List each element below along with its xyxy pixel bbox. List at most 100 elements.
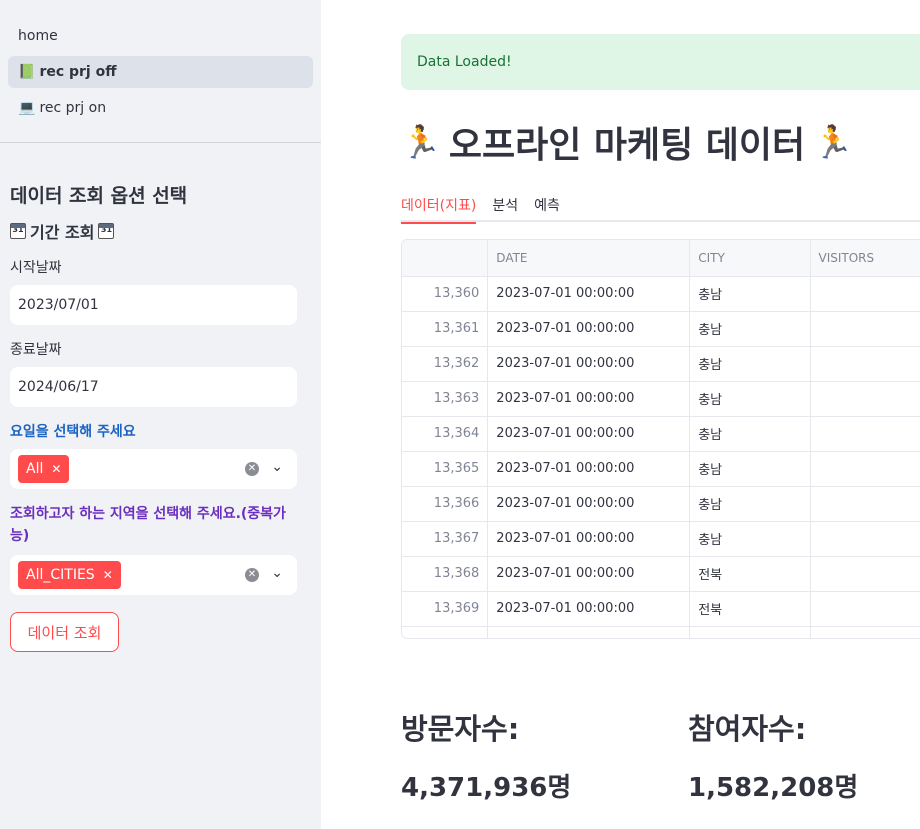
row-index-cell[interactable]: 13,360	[402, 276, 489, 312]
date-cell[interactable]: 2023-07-01 00:00:00	[487, 486, 691, 522]
city-cell[interactable]: 충남	[689, 311, 811, 347]
row-index-cell[interactable]: 13,363	[402, 381, 489, 417]
tab-data[interactable]: 데이터(지표)	[401, 188, 477, 224]
column-header-city[interactable]: CITY	[689, 240, 811, 277]
tab-analysis[interactable]: 분석	[492, 188, 518, 222]
city-cell[interactable]: 충남	[689, 416, 811, 452]
table-row[interactable]: 13,364 2023-07-01 00:00:00 충남	[402, 416, 920, 452]
visitors-cell[interactable]	[810, 276, 920, 312]
city-cell[interactable]	[689, 626, 811, 638]
table-row[interactable]: 13,363 2023-07-01 00:00:00 충남	[402, 381, 920, 417]
row-index-cell[interactable]: 13,364	[402, 416, 489, 452]
row-index-cell[interactable]: 13,368	[402, 556, 489, 592]
date-cell[interactable]: 2023-07-01 00:00:00	[487, 311, 691, 347]
visitors-cell[interactable]	[810, 346, 920, 382]
weekday-chip: All ✕	[18, 455, 70, 483]
table-header-row: DATE CITY VISITORS	[402, 240, 920, 277]
city-cell[interactable]: 전북	[689, 556, 811, 592]
visitors-metric-value: 4,371,936명	[401, 773, 572, 803]
period-title-text: 기간 조회	[30, 223, 95, 242]
calendar-icon: 31	[98, 223, 115, 239]
table-row[interactable]: 13,362 2023-07-01 00:00:00 충남	[402, 346, 920, 382]
row-index-cell[interactable]	[402, 626, 489, 638]
runner-icon: 🏃	[401, 123, 441, 161]
query-options-panel: 데이터 조회 옵션 선택 31 기간 조회 31 시작날짜 2023/07/01…	[10, 178, 297, 652]
city-cell[interactable]: 충남	[689, 276, 811, 312]
visitors-cell[interactable]	[810, 381, 920, 417]
chip-remove-icon[interactable]: ✕	[103, 568, 113, 582]
visitors-cell[interactable]	[810, 486, 920, 522]
region-chip: All_CITIES ✕	[18, 561, 121, 589]
tab-bar: 데이터(지표) 분석 예측	[401, 188, 920, 224]
table-row[interactable]: 13,360 2023-07-01 00:00:00 충남	[402, 276, 920, 312]
row-index-cell[interactable]: 13,361	[402, 311, 489, 347]
row-index-cell[interactable]: 13,369	[402, 591, 489, 627]
table-row[interactable]: 13,361 2023-07-01 00:00:00 충남	[402, 311, 920, 347]
city-cell[interactable]: 충남	[689, 346, 811, 382]
visitors-cell[interactable]	[810, 521, 920, 557]
nav-item-rec-prj-on[interactable]: 💻 rec prj on	[8, 92, 313, 124]
date-cell[interactable]: 2023-07-01 00:00:00	[487, 591, 691, 627]
row-index-cell[interactable]: 13,362	[402, 346, 489, 382]
date-cell[interactable]: 2023-07-01 00:00:00	[487, 416, 691, 452]
period-title: 31 기간 조회 31	[10, 219, 297, 243]
date-cell[interactable]	[487, 626, 691, 638]
row-index-cell[interactable]: 13,366	[402, 486, 489, 522]
clear-icon[interactable]: ✕	[245, 462, 259, 476]
city-cell[interactable]: 충남	[689, 486, 811, 522]
table-row[interactable]: 13,368 2023-07-01 00:00:00 전북	[402, 556, 920, 592]
nav-divider	[0, 142, 321, 143]
visitors-cell[interactable]	[810, 416, 920, 452]
table-row[interactable]: 13,366 2023-07-01 00:00:00 충남	[402, 486, 920, 522]
visitors-cell[interactable]	[810, 626, 920, 638]
region-multiselect[interactable]: All_CITIES ✕ ✕ ⌄	[10, 555, 297, 595]
chevron-down-icon[interactable]: ⌄	[271, 565, 283, 581]
nav-item-label: rec prj on	[39, 100, 107, 116]
nav-item-label: home	[18, 28, 58, 44]
date-cell[interactable]: 2023-07-01 00:00:00	[487, 451, 691, 487]
table-row[interactable]: 13,367 2023-07-01 00:00:00 충남	[402, 521, 920, 557]
page-title: 🏃 오프라인 마케팅 데이터 🏃	[401, 116, 853, 168]
clear-icon[interactable]: ✕	[245, 568, 259, 582]
city-cell[interactable]: 충남	[689, 521, 811, 557]
start-date-label: 시작날짜	[10, 260, 62, 276]
city-cell[interactable]: 충남	[689, 451, 811, 487]
date-cell[interactable]: 2023-07-01 00:00:00	[487, 381, 691, 417]
date-cell[interactable]: 2023-07-01 00:00:00	[487, 556, 691, 592]
query-button[interactable]: 데이터 조회	[10, 612, 119, 652]
visitors-metric-label: 방문자수:	[401, 712, 520, 746]
main-content: Data Loaded! 🏃 오프라인 마케팅 데이터 🏃 데이터(지표) 분석…	[401, 0, 920, 829]
start-date-input[interactable]: 2023/07/01	[10, 285, 297, 325]
row-index-cell[interactable]: 13,367	[402, 521, 489, 557]
date-cell[interactable]: 2023-07-01 00:00:00	[487, 346, 691, 382]
table-row[interactable]	[402, 626, 920, 638]
tab-prediction[interactable]: 예측	[534, 188, 560, 222]
date-cell[interactable]: 2023-07-01 00:00:00	[487, 276, 691, 312]
visitors-cell[interactable]	[810, 556, 920, 592]
city-cell[interactable]: 전북	[689, 591, 811, 627]
column-header-visitors[interactable]: VISITORS	[810, 240, 920, 277]
city-cell[interactable]: 충남	[689, 381, 811, 417]
laptop-icon: 💻	[18, 100, 36, 116]
visitors-cell[interactable]	[810, 451, 920, 487]
sidebar: home 📗 rec prj off 💻 rec prj on 데이터 조회 옵…	[0, 0, 321, 829]
table-row[interactable]: 13,365 2023-07-01 00:00:00 충남	[402, 451, 920, 487]
visitors-cell[interactable]	[810, 591, 920, 627]
column-header-date[interactable]: DATE	[487, 240, 691, 277]
chip-remove-icon[interactable]: ✕	[51, 462, 61, 476]
page-title-text: 오프라인 마케팅 데이터	[448, 125, 806, 166]
chevron-down-icon[interactable]: ⌄	[271, 459, 283, 475]
data-table[interactable]: DATE CITY VISITORS 13,360 2023-07-01 00:0…	[401, 239, 920, 639]
nav-item-rec-prj-off[interactable]: 📗 rec prj off	[8, 56, 313, 88]
visitors-cell[interactable]	[810, 311, 920, 347]
weekday-multiselect[interactable]: All ✕ ✕ ⌄	[10, 449, 297, 489]
chip-label: All_CITIES	[26, 567, 95, 583]
end-date-input[interactable]: 2024/06/17	[10, 367, 297, 407]
date-cell[interactable]: 2023-07-01 00:00:00	[487, 521, 691, 557]
table-row[interactable]: 13,369 2023-07-01 00:00:00 전북	[402, 591, 920, 627]
nav-item-home[interactable]: home	[8, 20, 313, 52]
section-title: 데이터 조회 옵션 선택	[10, 184, 188, 207]
participants-metric-value: 1,582,208명	[688, 773, 859, 803]
row-index-cell[interactable]: 13,365	[402, 451, 489, 487]
nav-item-label: rec prj off	[39, 64, 117, 80]
